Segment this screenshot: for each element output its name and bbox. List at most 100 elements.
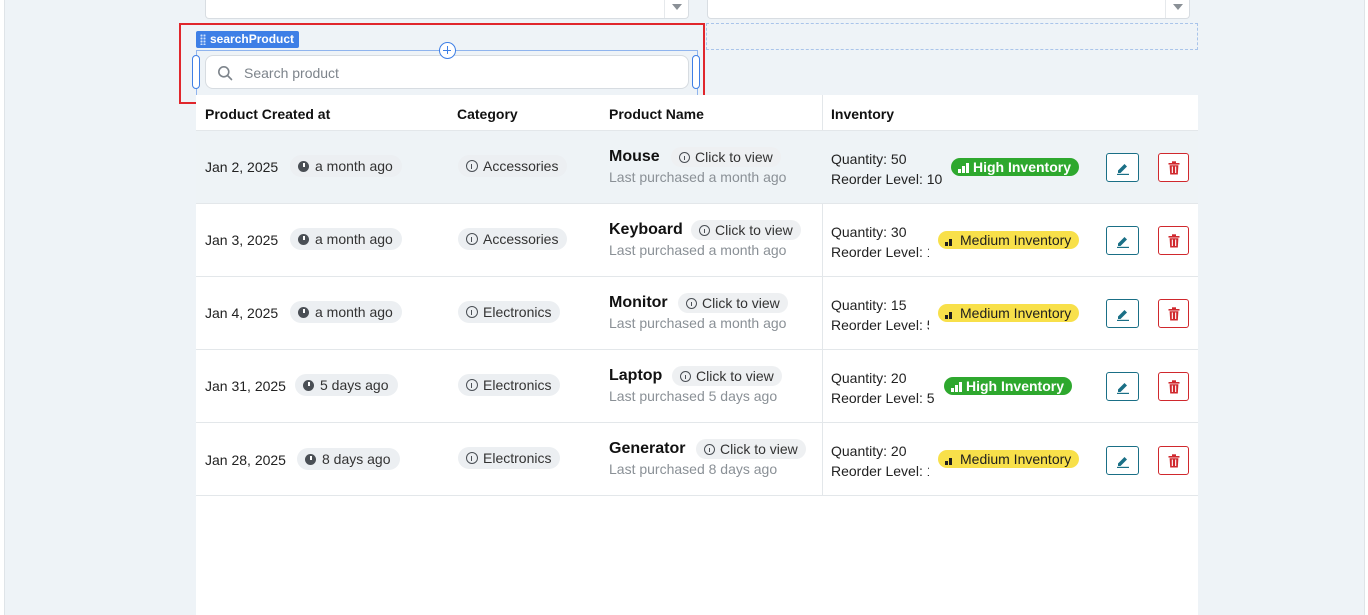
click-to-view-button[interactable]: Click to view	[678, 293, 788, 313]
inventory-info: Quantity: 20 Reorder Level: 10	[831, 441, 929, 481]
edit-button[interactable]	[1106, 299, 1139, 328]
relative-time: a month ago	[315, 231, 393, 247]
quantity: Quantity: 30	[831, 224, 907, 240]
pencil-icon	[1116, 309, 1129, 321]
click-to-view-label: Click to view	[702, 295, 780, 311]
reorder-level: Reorder Level: 10	[831, 171, 943, 187]
pencil-icon	[1116, 163, 1129, 175]
pencil-icon	[1116, 236, 1129, 248]
trash-icon	[1168, 160, 1179, 174]
created-date: Jan 2, 2025	[205, 159, 279, 175]
search-input[interactable]	[244, 64, 664, 82]
relative-time-badge: a month ago	[290, 228, 402, 250]
delete-button[interactable]	[1158, 153, 1189, 182]
quantity: Quantity: 15	[831, 297, 907, 313]
chevron-down-icon	[1173, 4, 1183, 10]
drag-grip-icon[interactable]	[200, 34, 206, 45]
relative-time-badge: a month ago	[290, 155, 402, 177]
last-purchased: Last purchased a month ago	[609, 315, 787, 331]
filter-select-left[interactable]	[205, 0, 689, 19]
header-inventory[interactable]: Inventory	[831, 106, 894, 122]
quantity: Quantity: 20	[831, 370, 907, 386]
product-name: Keyboard	[609, 221, 683, 238]
info-icon	[466, 233, 478, 245]
signal-bars-icon	[945, 309, 956, 319]
inventory-status-badge: Medium Inventory	[938, 231, 1080, 249]
table-row[interactable]: Jan 4, 2025 a month ago Electronics Moni…	[196, 277, 1198, 350]
signal-bars-icon	[945, 236, 956, 246]
inventory-info: Quantity: 50 Reorder Level: 10	[831, 149, 943, 189]
category-badge: Accessories	[458, 228, 568, 250]
resize-handle-right[interactable]	[692, 55, 700, 89]
header-created-at[interactable]: Product Created at	[205, 106, 330, 122]
delete-button[interactable]	[1158, 299, 1189, 328]
info-icon	[466, 160, 478, 172]
search-field[interactable]	[205, 55, 689, 89]
select-toggle[interactable]	[1165, 0, 1189, 18]
table-row[interactable]: Jan 3, 2025 a month ago Accessories Keyb…	[196, 204, 1198, 277]
category-label: Electronics	[483, 304, 552, 320]
delete-button[interactable]	[1158, 226, 1189, 255]
table-row[interactable]: Jan 2, 2025 a month ago Accessories Mous…	[196, 131, 1198, 204]
click-to-view-button[interactable]: Click to view	[672, 366, 782, 386]
products-table: Product Created at Category Product Name…	[196, 95, 1198, 615]
edit-button[interactable]	[1106, 372, 1139, 401]
inventory-status-badge: High Inventory	[951, 158, 1080, 176]
delete-button[interactable]	[1158, 446, 1189, 475]
relative-time: a month ago	[315, 304, 393, 320]
clock-icon	[298, 234, 309, 245]
info-icon	[699, 225, 710, 236]
last-purchased: Last purchased a month ago	[609, 169, 787, 185]
category-badge: Electronics	[458, 447, 561, 469]
category-label: Accessories	[483, 231, 559, 247]
click-to-view-button[interactable]: Click to view	[696, 439, 806, 459]
inventory-info: Quantity: 20 Reorder Level: 5	[831, 368, 937, 408]
created-date: Jan 4, 2025	[205, 305, 279, 321]
edit-button[interactable]	[1106, 153, 1139, 182]
component-tag-label: searchProduct	[210, 32, 295, 46]
inventory-status-label: Medium Inventory	[960, 451, 1072, 467]
last-purchased: Last purchased a month ago	[609, 242, 787, 258]
last-purchased: Last purchased 8 days ago	[609, 461, 778, 477]
component-tag[interactable]: searchProduct	[196, 31, 300, 48]
edit-button[interactable]	[1106, 226, 1139, 255]
delete-button[interactable]	[1158, 372, 1189, 401]
plus-circle-icon[interactable]	[439, 42, 456, 59]
trash-icon	[1168, 306, 1179, 320]
click-to-view-label: Click to view	[696, 368, 774, 384]
table-row[interactable]: Jan 28, 2025 8 days ago Electronics Gene…	[196, 423, 1198, 496]
click-to-view-button[interactable]: Click to view	[691, 220, 801, 240]
reorder-level: Reorder Level: 15	[831, 244, 929, 260]
edit-button[interactable]	[1106, 446, 1139, 475]
canvas-left-border	[0, 0, 5, 615]
filter-select-right[interactable]	[707, 0, 1190, 19]
table-row[interactable]: Jan 31, 2025 5 days ago Electronics Lapt…	[196, 350, 1198, 423]
relative-time: 5 days ago	[320, 377, 389, 393]
inventory-status-label: Medium Inventory	[960, 232, 1072, 248]
click-to-view-button[interactable]: Click to view	[671, 147, 781, 167]
reorder-level: Reorder Level: 5	[831, 317, 929, 333]
info-icon	[680, 371, 691, 382]
trash-icon	[1168, 453, 1179, 467]
category-badge: Electronics	[458, 301, 561, 323]
drop-zone[interactable]	[706, 23, 1198, 50]
header-product-name[interactable]: Product Name	[609, 106, 704, 122]
clock-icon	[303, 380, 314, 391]
signal-bars-icon	[945, 455, 956, 465]
resize-handle-left[interactable]	[192, 55, 200, 89]
info-icon	[466, 306, 478, 318]
inventory-status-badge: Medium Inventory	[938, 450, 1080, 468]
inventory-info: Quantity: 15 Reorder Level: 5	[831, 295, 929, 335]
created-date: Jan 28, 2025	[205, 452, 286, 468]
last-purchased: Last purchased 5 days ago	[609, 388, 778, 404]
select-toggle[interactable]	[664, 0, 688, 18]
relative-time: a month ago	[315, 158, 393, 174]
click-to-view-label: Click to view	[720, 441, 798, 457]
quantity: Quantity: 20	[831, 443, 907, 459]
relative-time-badge: 5 days ago	[295, 374, 398, 396]
clock-icon	[298, 161, 309, 172]
inventory-status-label: Medium Inventory	[960, 305, 1072, 321]
inventory-status-label: High Inventory	[973, 159, 1072, 175]
chevron-down-icon	[672, 4, 682, 10]
header-category[interactable]: Category	[457, 106, 518, 122]
